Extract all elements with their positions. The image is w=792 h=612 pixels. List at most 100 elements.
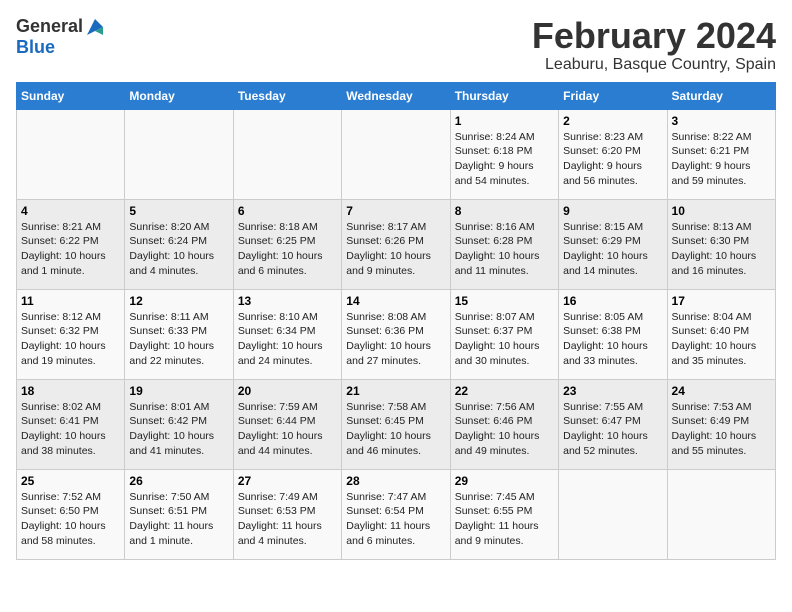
week-row-1: 1 Sunrise: 8:24 AM Sunset: 6:18 PM Daylig… bbox=[17, 109, 776, 199]
calendar-cell: 5 Sunrise: 8:20 AM Sunset: 6:24 PM Daylig… bbox=[125, 199, 233, 289]
day-info: Sunrise: 7:45 AM Sunset: 6:55 PM Dayligh… bbox=[455, 490, 554, 549]
day-number: 22 bbox=[455, 384, 554, 398]
day-info: Sunrise: 8:21 AM Sunset: 6:22 PM Dayligh… bbox=[21, 220, 120, 279]
calendar-cell: 2 Sunrise: 8:23 AM Sunset: 6:20 PM Daylig… bbox=[559, 109, 667, 199]
day-info: Sunrise: 7:52 AM Sunset: 6:50 PM Dayligh… bbox=[21, 490, 120, 549]
calendar-cell: 3 Sunrise: 8:22 AM Sunset: 6:21 PM Daylig… bbox=[667, 109, 775, 199]
calendar-cell: 20 Sunrise: 7:59 AM Sunset: 6:44 PM Dayli… bbox=[233, 379, 341, 469]
calendar-cell: 6 Sunrise: 8:18 AM Sunset: 6:25 PM Daylig… bbox=[233, 199, 341, 289]
week-row-2: 4Sunrise: 8:21 AM Sunset: 6:22 PM Daylig… bbox=[17, 199, 776, 289]
logo-general-text: General bbox=[16, 16, 83, 37]
day-info: Sunrise: 8:11 AM Sunset: 6:33 PM Dayligh… bbox=[129, 310, 228, 369]
day-info: Sunrise: 8:18 AM Sunset: 6:25 PM Dayligh… bbox=[238, 220, 337, 279]
day-number: 28 bbox=[346, 474, 445, 488]
location-title: Leaburu, Basque Country, Spain bbox=[532, 56, 776, 74]
day-number: 29 bbox=[455, 474, 554, 488]
day-number: 2 bbox=[563, 114, 662, 128]
calendar-cell: 24 Sunrise: 7:53 AM Sunset: 6:49 PM Dayli… bbox=[667, 379, 775, 469]
day-number: 15 bbox=[455, 294, 554, 308]
day-info: Sunrise: 8:22 AM Sunset: 6:21 PM Dayligh… bbox=[672, 130, 771, 189]
day-number: 18 bbox=[21, 384, 120, 398]
day-number: 12 bbox=[129, 294, 228, 308]
day-info: Sunrise: 8:15 AM Sunset: 6:29 PM Dayligh… bbox=[563, 220, 662, 279]
calendar-cell: 25 Sunrise: 7:52 AM Sunset: 6:50 PM Dayli… bbox=[17, 469, 125, 559]
week-row-3: 11 Sunrise: 8:12 AM Sunset: 6:32 PM Dayli… bbox=[17, 289, 776, 379]
day-number: 25 bbox=[21, 474, 120, 488]
calendar-cell: 17Sunrise: 8:04 AM Sunset: 6:40 PM Dayli… bbox=[667, 289, 775, 379]
calendar-cell: 26Sunrise: 7:50 AM Sunset: 6:51 PM Dayli… bbox=[125, 469, 233, 559]
day-info: Sunrise: 8:24 AM Sunset: 6:18 PM Dayligh… bbox=[455, 130, 554, 189]
day-info: Sunrise: 7:49 AM Sunset: 6:53 PM Dayligh… bbox=[238, 490, 337, 549]
day-number: 7 bbox=[346, 204, 445, 218]
day-number: 3 bbox=[672, 114, 771, 128]
calendar-cell: 29 Sunrise: 7:45 AM Sunset: 6:55 PM Dayli… bbox=[450, 469, 558, 559]
day-number: 10 bbox=[672, 204, 771, 218]
calendar-cell: 19Sunrise: 8:01 AM Sunset: 6:42 PM Dayli… bbox=[125, 379, 233, 469]
logo: General Blue bbox=[16, 16, 105, 58]
day-number: 24 bbox=[672, 384, 771, 398]
day-number: 9 bbox=[563, 204, 662, 218]
calendar-cell: 8 Sunrise: 8:16 AM Sunset: 6:28 PM Daylig… bbox=[450, 199, 558, 289]
calendar-table: SundayMondayTuesdayWednesdayThursdayFrid… bbox=[16, 82, 776, 560]
week-row-5: 25 Sunrise: 7:52 AM Sunset: 6:50 PM Dayli… bbox=[17, 469, 776, 559]
day-number: 21 bbox=[346, 384, 445, 398]
day-info: Sunrise: 8:23 AM Sunset: 6:20 PM Dayligh… bbox=[563, 130, 662, 189]
weekday-header-wednesday: Wednesday bbox=[342, 82, 450, 109]
day-info: Sunrise: 8:12 AM Sunset: 6:32 PM Dayligh… bbox=[21, 310, 120, 369]
day-number: 23 bbox=[563, 384, 662, 398]
calendar-cell bbox=[17, 109, 125, 199]
day-info: Sunrise: 8:16 AM Sunset: 6:28 PM Dayligh… bbox=[455, 220, 554, 279]
header: General Blue February 2024 Leaburu, Basq… bbox=[16, 16, 776, 74]
calendar-cell: 14Sunrise: 8:08 AM Sunset: 6:36 PM Dayli… bbox=[342, 289, 450, 379]
weekday-header-saturday: Saturday bbox=[667, 82, 775, 109]
day-number: 5 bbox=[129, 204, 228, 218]
day-info: Sunrise: 8:13 AM Sunset: 6:30 PM Dayligh… bbox=[672, 220, 771, 279]
calendar-cell: 16Sunrise: 8:05 AM Sunset: 6:38 PM Dayli… bbox=[559, 289, 667, 379]
day-number: 26 bbox=[129, 474, 228, 488]
calendar-cell: 10 Sunrise: 8:13 AM Sunset: 6:30 PM Dayli… bbox=[667, 199, 775, 289]
weekday-header-sunday: Sunday bbox=[17, 82, 125, 109]
calendar-cell: 13 Sunrise: 8:10 AM Sunset: 6:34 PM Dayli… bbox=[233, 289, 341, 379]
logo-icon bbox=[85, 17, 105, 37]
day-info: Sunrise: 8:20 AM Sunset: 6:24 PM Dayligh… bbox=[129, 220, 228, 279]
day-number: 20 bbox=[238, 384, 337, 398]
day-info: Sunrise: 7:47 AM Sunset: 6:54 PM Dayligh… bbox=[346, 490, 445, 549]
day-info: Sunrise: 7:55 AM Sunset: 6:47 PM Dayligh… bbox=[563, 400, 662, 459]
calendar-cell: 22 Sunrise: 7:56 AM Sunset: 6:46 PM Dayli… bbox=[450, 379, 558, 469]
week-row-4: 18 Sunrise: 8:02 AM Sunset: 6:41 PM Dayli… bbox=[17, 379, 776, 469]
calendar-cell: 18 Sunrise: 8:02 AM Sunset: 6:41 PM Dayli… bbox=[17, 379, 125, 469]
logo-blue-text: Blue bbox=[16, 37, 55, 58]
weekday-header-row: SundayMondayTuesdayWednesdayThursdayFrid… bbox=[17, 82, 776, 109]
day-info: Sunrise: 7:59 AM Sunset: 6:44 PM Dayligh… bbox=[238, 400, 337, 459]
day-info: Sunrise: 7:58 AM Sunset: 6:45 PM Dayligh… bbox=[346, 400, 445, 459]
calendar-cell: 9 Sunrise: 8:15 AM Sunset: 6:29 PM Daylig… bbox=[559, 199, 667, 289]
day-info: Sunrise: 8:17 AM Sunset: 6:26 PM Dayligh… bbox=[346, 220, 445, 279]
calendar-cell: 7 Sunrise: 8:17 AM Sunset: 6:26 PM Daylig… bbox=[342, 199, 450, 289]
weekday-header-tuesday: Tuesday bbox=[233, 82, 341, 109]
calendar-cell bbox=[342, 109, 450, 199]
day-number: 6 bbox=[238, 204, 337, 218]
calendar-cell bbox=[125, 109, 233, 199]
calendar-cell bbox=[233, 109, 341, 199]
calendar-cell: 12 Sunrise: 8:11 AM Sunset: 6:33 PM Dayli… bbox=[125, 289, 233, 379]
day-number: 13 bbox=[238, 294, 337, 308]
day-info: Sunrise: 8:02 AM Sunset: 6:41 PM Dayligh… bbox=[21, 400, 120, 459]
calendar-cell bbox=[559, 469, 667, 559]
day-info: Sunrise: 8:07 AM Sunset: 6:37 PM Dayligh… bbox=[455, 310, 554, 369]
weekday-header-monday: Monday bbox=[125, 82, 233, 109]
day-number: 11 bbox=[21, 294, 120, 308]
day-number: 19 bbox=[129, 384, 228, 398]
day-number: 1 bbox=[455, 114, 554, 128]
day-info: Sunrise: 7:53 AM Sunset: 6:49 PM Dayligh… bbox=[672, 400, 771, 459]
calendar-cell: 23 Sunrise: 7:55 AM Sunset: 6:47 PM Dayli… bbox=[559, 379, 667, 469]
calendar-cell: 1 Sunrise: 8:24 AM Sunset: 6:18 PM Daylig… bbox=[450, 109, 558, 199]
day-number: 27 bbox=[238, 474, 337, 488]
day-number: 8 bbox=[455, 204, 554, 218]
day-number: 17 bbox=[672, 294, 771, 308]
day-info: Sunrise: 7:56 AM Sunset: 6:46 PM Dayligh… bbox=[455, 400, 554, 459]
calendar-cell: 11 Sunrise: 8:12 AM Sunset: 6:32 PM Dayli… bbox=[17, 289, 125, 379]
calendar-cell: 15 Sunrise: 8:07 AM Sunset: 6:37 PM Dayli… bbox=[450, 289, 558, 379]
calendar-cell: 4Sunrise: 8:21 AM Sunset: 6:22 PM Daylig… bbox=[17, 199, 125, 289]
day-info: Sunrise: 8:10 AM Sunset: 6:34 PM Dayligh… bbox=[238, 310, 337, 369]
calendar-cell bbox=[667, 469, 775, 559]
